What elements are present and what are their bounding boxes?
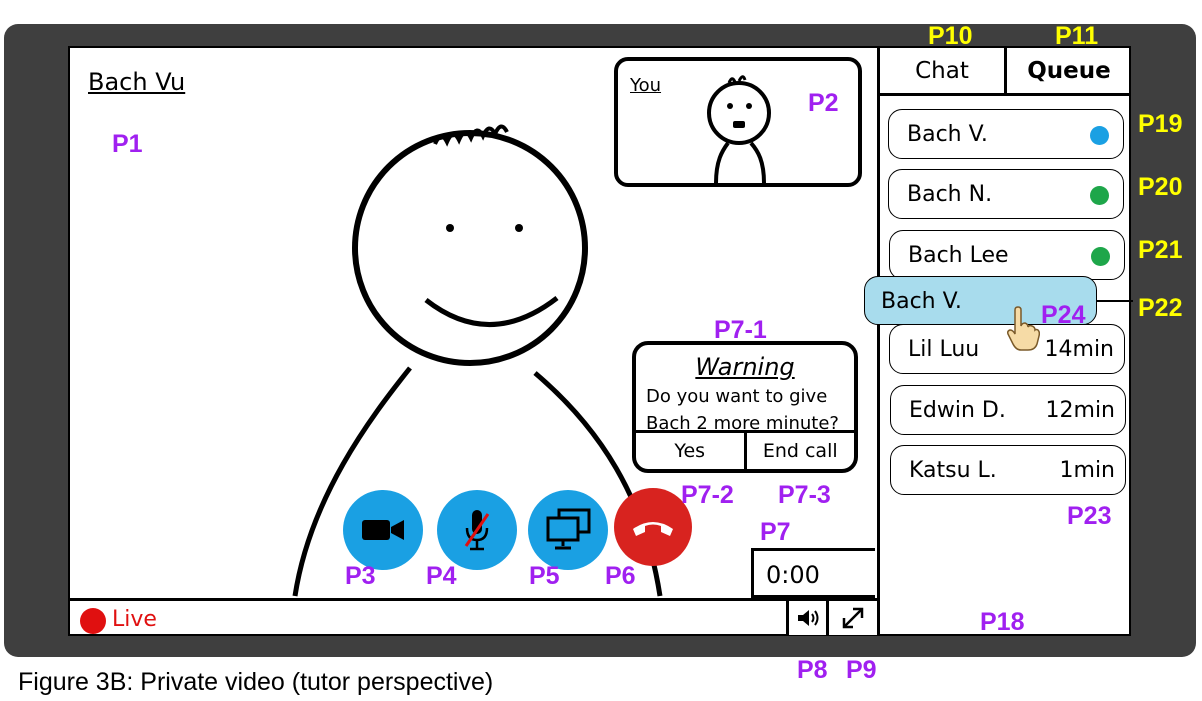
status-dot — [1090, 126, 1109, 145]
queue-item-name: Bach Lee — [908, 243, 1009, 268]
annotation-p7-2: P7-2 — [681, 481, 734, 509]
sidebar-tabs: Chat Queue — [880, 48, 1131, 96]
annotation-p11: P11 — [1055, 22, 1099, 50]
queue-wait-time: 1min — [1059, 458, 1115, 483]
video-camera-icon — [362, 520, 404, 540]
queue-wait-time: 14min — [1044, 337, 1114, 362]
annotation-p6: P6 — [605, 562, 636, 590]
annotation-p4: P4 — [426, 562, 457, 590]
live-indicator-dot — [80, 608, 106, 634]
live-indicator-label: Live — [112, 607, 157, 632]
annotation-p9: P9 — [846, 656, 877, 684]
tab-chat[interactable]: Chat — [880, 48, 1004, 93]
queue-item[interactable]: Bach N. — [888, 169, 1124, 219]
annotation-leader-line — [1097, 300, 1133, 302]
queue-item[interactable]: Bach V. — [888, 109, 1124, 159]
volume-button[interactable] — [786, 601, 826, 635]
tab-queue[interactable]: Queue — [1004, 48, 1131, 93]
hand-cursor-icon — [1007, 306, 1040, 351]
queue-item[interactable]: Katsu L. 1min — [890, 445, 1126, 495]
annotation-p23: P23 — [1067, 502, 1112, 530]
warning-actions: Yes End call — [636, 430, 854, 469]
annotation-p8: P8 — [797, 656, 828, 684]
annotation-p20: P20 — [1138, 173, 1183, 201]
microphone-button[interactable] — [437, 490, 517, 570]
figure-caption: Figure 3B: Private video (tutor perspect… — [18, 668, 494, 696]
annotation-p7-1: P7-1 — [714, 316, 767, 344]
annotation-p10: P10 — [928, 22, 973, 50]
muted-microphone-icon — [464, 510, 490, 551]
queue-item-name: Edwin D. — [909, 398, 1006, 423]
warning-title: Warning — [695, 353, 795, 381]
annotation-p1: P1 — [112, 130, 143, 158]
queue-item[interactable]: Bach Lee — [889, 230, 1125, 280]
queue-item-name: Bach V. — [907, 122, 988, 147]
remote-participant-name: Bach Vu — [88, 68, 186, 96]
extend-time-yes-button[interactable]: Yes — [636, 433, 744, 469]
status-dot — [1091, 247, 1110, 266]
annotation-p5: P5 — [529, 562, 560, 590]
annotation-p21: P21 — [1138, 236, 1183, 264]
annotation-p2: P2 — [808, 89, 839, 117]
status-bar-divider — [70, 598, 877, 601]
speaker-icon — [797, 610, 818, 626]
annotation-p19: P19 — [1138, 110, 1183, 138]
call-timer: 0:00 — [751, 548, 875, 598]
hang-up-icon — [633, 522, 673, 536]
queue-item-name: Bach N. — [907, 182, 993, 207]
annotation-p18: P18 — [980, 608, 1025, 636]
queue-wait-time: 12min — [1045, 398, 1115, 423]
annotation-p7: P7 — [760, 518, 791, 546]
queue-item[interactable]: Edwin D. 12min — [890, 385, 1126, 435]
status-dot — [1090, 186, 1109, 205]
screen-share-icon — [546, 508, 591, 550]
camera-button[interactable] — [343, 490, 423, 570]
self-view-label: You — [630, 75, 662, 96]
warning-message: Do you want to give Bach 2 more minute? — [646, 386, 839, 434]
queue-item-name: Katsu L. — [909, 458, 997, 483]
annotation-p3: P3 — [345, 562, 376, 590]
sidebar-divider — [877, 46, 880, 636]
queue-item-name: Lil Luu — [908, 337, 980, 362]
fullscreen-button[interactable] — [826, 601, 877, 635]
screen-share-button[interactable] — [528, 490, 608, 570]
annotation-p7-3: P7-3 — [778, 481, 831, 509]
annotation-p22: P22 — [1138, 294, 1183, 322]
warning-dialog: Warning Do you want to give Bach 2 more … — [632, 341, 858, 473]
expand-icon — [842, 607, 864, 629]
dragged-item-name: Bach V. — [881, 289, 962, 314]
annotation-p24: P24 — [1041, 301, 1086, 329]
end-call-dialog-button[interactable]: End call — [743, 433, 855, 469]
